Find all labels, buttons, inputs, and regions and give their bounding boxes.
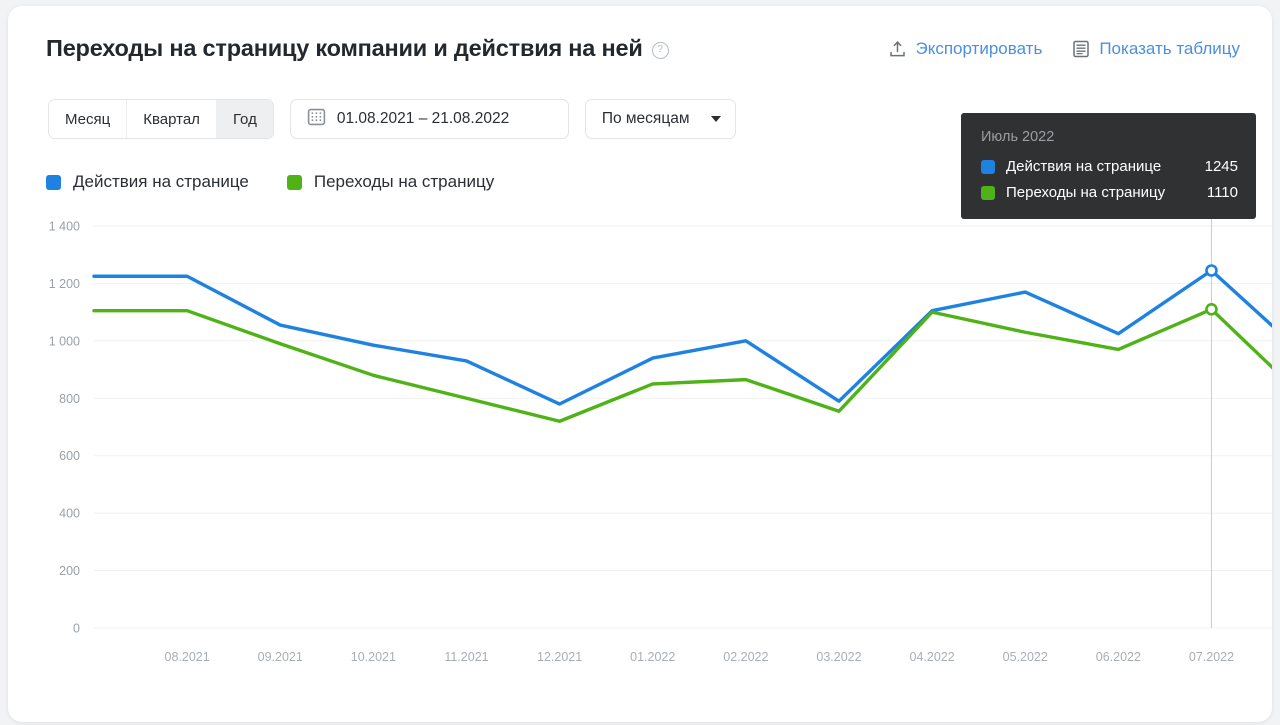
tooltip-row-visits: Переходы на страницу 1110 bbox=[981, 184, 1238, 201]
show-table-label: Показать таблицу bbox=[1099, 39, 1240, 58]
tooltip-row-actions: Действия на странице 1245 bbox=[981, 158, 1238, 175]
legend-label-visits: Переходы на страницу bbox=[313, 172, 495, 191]
legend-label-actions: Действия на странице bbox=[73, 172, 249, 191]
period-button-quarter[interactable]: Квартал bbox=[127, 100, 217, 138]
svg-text:200: 200 bbox=[59, 564, 80, 578]
title-row: Переходы на страницу компании и действия… bbox=[46, 35, 669, 62]
svg-text:05.2022: 05.2022 bbox=[1003, 650, 1048, 664]
grouping-value: По месяцам bbox=[601, 110, 690, 127]
legend-swatch-actions bbox=[46, 174, 61, 190]
export-button[interactable]: Экспортировать bbox=[889, 39, 1042, 59]
toolbar: Месяц Квартал Год 01.08.2021 – 21.08.202… bbox=[48, 99, 737, 139]
tooltip-swatch-visits bbox=[981, 185, 995, 200]
x-axis-labels: 08.2021 09.2021 10.2021 11.2021 12.2021 01.20… bbox=[165, 650, 1235, 664]
tooltip-value-visits: 1110 bbox=[1206, 184, 1238, 201]
tooltip-value-actions: 1245 bbox=[1204, 158, 1238, 175]
page-title: Переходы на страницу компании и действия… bbox=[46, 35, 643, 61]
panel-header: Переходы на страницу компании и действия… bbox=[8, 6, 1272, 80]
svg-text:800: 800 bbox=[59, 392, 80, 406]
svg-text:400: 400 bbox=[59, 507, 80, 521]
svg-text:0: 0 bbox=[73, 622, 80, 636]
line-chart[interactable]: 0 200 400 600 800 1 000 1 200 1 400 08.2021 09.2… bbox=[8, 201, 1272, 691]
period-segmented-control: Месяц Квартал Год bbox=[48, 99, 274, 139]
svg-text:09.2021: 09.2021 bbox=[258, 650, 303, 664]
legend-swatch-visits bbox=[286, 174, 302, 190]
chart-legend: Действия на странице Переходы на страниц… bbox=[46, 172, 494, 192]
analytics-panel: Переходы на страницу компании и действия… bbox=[8, 6, 1272, 722]
svg-text:01.2022: 01.2022 bbox=[630, 650, 675, 664]
y-axis-labels: 0 200 400 600 800 1 000 1 200 1 400 bbox=[49, 220, 80, 636]
grouping-dropdown[interactable]: По месяцам bbox=[584, 99, 737, 139]
svg-text:06.2022: 06.2022 bbox=[1096, 650, 1141, 664]
svg-text:1 400: 1 400 bbox=[49, 220, 80, 234]
svg-text:02.2022: 02.2022 bbox=[723, 650, 768, 664]
svg-text:08.2021: 08.2021 bbox=[165, 650, 210, 664]
svg-text:1 000: 1 000 bbox=[49, 334, 80, 348]
chevron-down-icon bbox=[711, 116, 722, 122]
svg-text:07.2022: 07.2022 bbox=[1189, 650, 1234, 664]
tooltip-label-actions: Действия на странице bbox=[1006, 158, 1162, 175]
chart-tooltip: Июль 2022 Действия на странице 1245 Пере… bbox=[961, 113, 1256, 219]
svg-text:1 200: 1 200 bbox=[49, 277, 80, 291]
export-label: Экспортировать bbox=[915, 39, 1043, 58]
header-actions: Экспортировать Показать таблицу bbox=[889, 39, 1240, 59]
date-range-picker[interactable]: 01.08.2021 – 21.08.2022 bbox=[289, 99, 569, 139]
grid-lines bbox=[94, 225, 1272, 629]
svg-text:11.2021: 11.2021 bbox=[444, 650, 488, 664]
show-table-button[interactable]: Показать таблицу bbox=[1072, 39, 1240, 59]
tooltip-title: Июль 2022 bbox=[981, 129, 1055, 145]
help-icon[interactable]: ? bbox=[651, 41, 669, 59]
svg-text:10.2021: 10.2021 bbox=[351, 650, 396, 664]
tooltip-label-visits: Переходы на страницу bbox=[1006, 184, 1166, 201]
upload-icon bbox=[889, 40, 906, 58]
legend-item-visits[interactable]: Переходы на страницу bbox=[286, 172, 495, 192]
svg-text:04.2022: 04.2022 bbox=[910, 650, 955, 664]
svg-text:03.2022: 03.2022 bbox=[816, 650, 861, 664]
calendar-icon bbox=[307, 107, 326, 131]
table-icon bbox=[1072, 40, 1090, 58]
svg-text:600: 600 bbox=[59, 449, 80, 463]
period-button-month[interactable]: Месяц bbox=[49, 100, 128, 138]
date-range-value: 01.08.2021 – 21.08.2022 bbox=[336, 110, 510, 127]
period-button-year[interactable]: Год bbox=[216, 100, 273, 138]
svg-text:12.2021: 12.2021 bbox=[537, 650, 582, 664]
chart-canvas[interactable]: 0 200 400 600 800 1 000 1 200 1 400 08.2021 09.2… bbox=[8, 201, 1272, 691]
tooltip-swatch-actions bbox=[981, 159, 995, 174]
legend-item-actions[interactable]: Действия на странице bbox=[46, 172, 249, 192]
